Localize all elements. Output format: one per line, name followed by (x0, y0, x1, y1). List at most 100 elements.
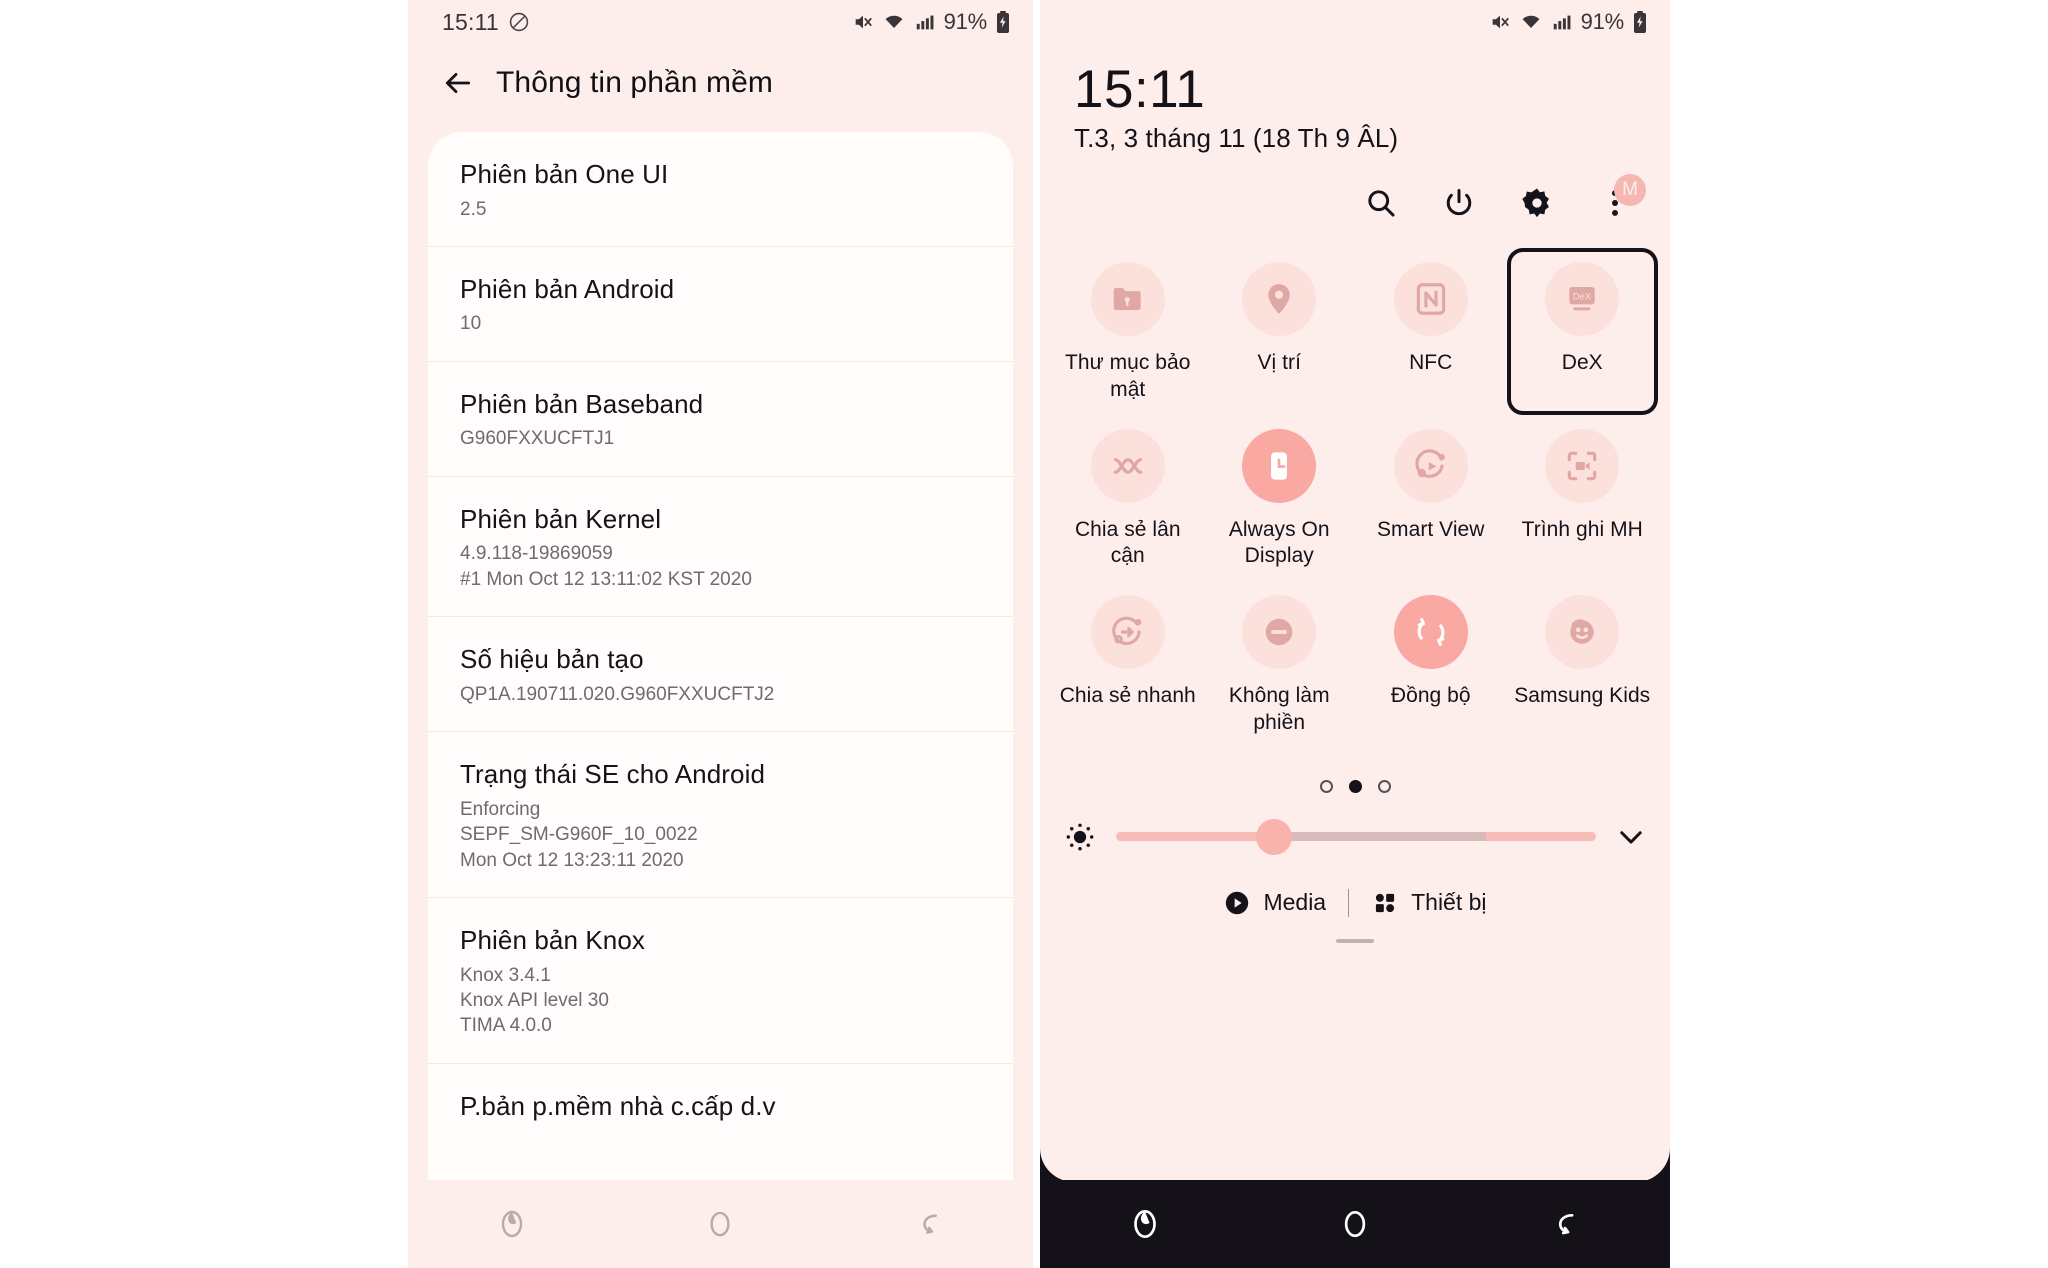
quick-settings-clock[interactable]: 15:11 (1074, 60, 1670, 119)
battery-percent-label: 91% (943, 9, 988, 34)
tile-label: Chia sẻ nhanh (1059, 684, 1196, 708)
list-item[interactable]: Phiên bản Knox Knox 3.4.1 Knox API level… (428, 898, 1013, 1064)
account-badge[interactable]: M (1614, 174, 1646, 207)
subtitle-line: Knox API level 30 (460, 990, 609, 1012)
devices-button[interactable]: Thiết bị (1371, 889, 1487, 917)
subtitle-line: Enforcing (460, 798, 541, 820)
list-item-title: Phiên bản Baseband (460, 388, 704, 419)
tile-samsung-kids[interactable]: Samsung Kids (1507, 581, 1659, 748)
tile-smart-view[interactable]: Smart View (1355, 415, 1507, 582)
page-dot[interactable] (1377, 779, 1391, 793)
overflow-menu-icon[interactable]: M (1596, 174, 1646, 222)
list-item[interactable]: Phiên bản Android 10 (428, 247, 1013, 362)
list-item-title: Phiên bản One UI (460, 159, 669, 189)
list-item-title: Trạng thái SE cho Android (460, 759, 766, 790)
tile-label: Đồng bộ (1390, 684, 1471, 708)
tile-do-not-disturb[interactable]: Không làm phiền (1204, 581, 1356, 748)
back-arrow-icon[interactable] (442, 67, 474, 99)
status-bar-right-group: 91% (1489, 9, 1648, 35)
always-on-display-icon (1260, 447, 1298, 485)
panel-grabber-handle[interactable] (1336, 938, 1374, 943)
smart-view-icon (1412, 447, 1450, 485)
page-dot-active[interactable] (1348, 779, 1362, 793)
list-item-subtitle: QP1A.190711.020.G960FXXUCFTJ2 (460, 682, 981, 707)
list-item-subtitle: Knox 3.4.1 Knox API level 30 TIMA 4.0.0 (460, 963, 981, 1039)
settings-page-header: Thông tin phần mềm (408, 44, 1033, 122)
quick-share-icon (1109, 613, 1147, 651)
quick-settings-date[interactable]: T.3, 3 tháng 11 (18 Th 9 ÂL) (1074, 123, 1670, 154)
media-button[interactable]: Media (1223, 889, 1326, 917)
list-item-subtitle: 2.5 (460, 197, 981, 222)
wifi-icon (882, 11, 906, 33)
home-icon[interactable] (702, 1206, 738, 1242)
page-dot[interactable] (1319, 779, 1333, 793)
tile-always-on-display[interactable]: Always On Display (1204, 415, 1356, 582)
list-item[interactable]: Phiên bản Kernel 4.9.118-19869059 #1 Mon… (428, 477, 1013, 618)
recents-icon[interactable] (494, 1206, 530, 1242)
list-item-title: P.bản p.mềm nhà c.cấp d.v (460, 1090, 776, 1121)
tile-label: Chia sẻ lân cận (1074, 517, 1181, 568)
tile-icon-wrap (1393, 428, 1468, 503)
left-navigation-bar (408, 1180, 1033, 1268)
quick-settings-footer: Media Thiết bị (1040, 888, 1670, 917)
tile-quick-share[interactable]: Chia sẻ nhanh (1052, 581, 1204, 748)
list-item[interactable]: Phiên bản Baseband G960FXXUCFTJ1 (428, 362, 1013, 477)
chevron-down-icon[interactable] (1614, 820, 1648, 854)
page-title: Thông tin phần mềm (496, 66, 773, 99)
list-item-title: Số hiệu bản tạo (460, 644, 644, 675)
tile-location[interactable]: Vị trí (1204, 248, 1356, 415)
status-bar-clock: 15:11 (442, 8, 499, 35)
search-icon[interactable] (1362, 184, 1400, 222)
tile-sync[interactable]: Đồng bộ (1355, 581, 1507, 748)
brightness-slider[interactable] (1116, 818, 1596, 855)
location-pin-icon (1260, 280, 1298, 318)
list-item[interactable]: Số hiệu bản tạo QP1A.190711.020.G960FXXU… (428, 617, 1013, 733)
battery-charging-icon (1632, 10, 1648, 34)
list-item-title: Phiên bản Knox (460, 925, 645, 956)
tile-icon-wrap (1545, 428, 1620, 503)
sound-off-icon (1489, 11, 1511, 33)
slider-handle[interactable] (1256, 818, 1293, 855)
status-bar-left-group: 15:11 (442, 9, 530, 36)
tile-dex[interactable]: DeX DeX (1506, 248, 1658, 415)
power-icon[interactable] (1440, 184, 1478, 222)
samsung-kids-icon (1563, 613, 1601, 651)
tile-nfc[interactable]: NFC (1355, 248, 1507, 415)
subtitle-line: Mon Oct 12 13:23:11 2020 (460, 849, 684, 871)
home-icon[interactable] (1336, 1205, 1374, 1243)
screenshot-root: 15:11 91% Thông tin phần mềm Phiên bản O… (0, 0, 2048, 1268)
tile-icon-wrap: DeX (1545, 262, 1620, 337)
do-not-disturb-icon (508, 11, 530, 33)
recents-icon[interactable] (1126, 1205, 1164, 1243)
back-nav-icon[interactable] (911, 1206, 947, 1242)
subtitle-line: 10 (460, 313, 482, 335)
sound-off-icon (852, 11, 874, 33)
settings-gear-icon[interactable] (1518, 184, 1556, 222)
subtitle-line: QP1A.190711.020.G960FXXUCFTJ2 (460, 683, 775, 705)
tile-icon-wrap (1242, 262, 1317, 337)
tile-row: Chia sẻ lân cận Always On Display Smart … (1052, 415, 1658, 582)
tile-label: DeX (1561, 351, 1603, 375)
screen-recorder-icon (1563, 447, 1601, 485)
tile-label: Vị trí (1257, 351, 1301, 375)
tile-icon-wrap (1090, 428, 1165, 503)
tile-icon-wrap (1393, 595, 1468, 670)
tile-secure-folder[interactable]: Thư mục bảo mật (1052, 248, 1204, 415)
list-item[interactable]: Trạng thái SE cho Android Enforcing SEPF… (428, 732, 1013, 899)
subtitle-line: SEPF_SM-G960F_10_0022 (460, 824, 698, 846)
list-item-subtitle: 4.9.118-19869059 #1 Mon Oct 12 13:11:02 … (460, 541, 981, 592)
tile-row: Chia sẻ nhanh Không làm phiền Đồng bộ Sa… (1052, 581, 1658, 748)
tile-nearby-share[interactable]: Chia sẻ lân cận (1052, 415, 1204, 582)
right-status-bar: 91% (1040, 0, 1670, 44)
tile-row: Thư mục bảo mật Vị trí NFC DeX DeX (1052, 248, 1658, 415)
do-not-disturb-icon (1260, 613, 1298, 651)
list-item[interactable]: Phiên bản One UI 2.5 (428, 132, 1013, 247)
back-nav-icon[interactable] (1546, 1205, 1584, 1243)
tile-screen-recorder[interactable]: Trình ghi MH (1507, 415, 1659, 582)
play-circle-icon (1223, 889, 1251, 917)
right-navigation-bar (1040, 1180, 1670, 1268)
tile-icon-wrap (1090, 262, 1165, 337)
list-item[interactable]: P.bản p.mềm nhà c.cấp d.v (428, 1064, 1013, 1147)
dex-icon: DeX (1563, 280, 1601, 318)
tile-label: NFC (1409, 351, 1453, 375)
